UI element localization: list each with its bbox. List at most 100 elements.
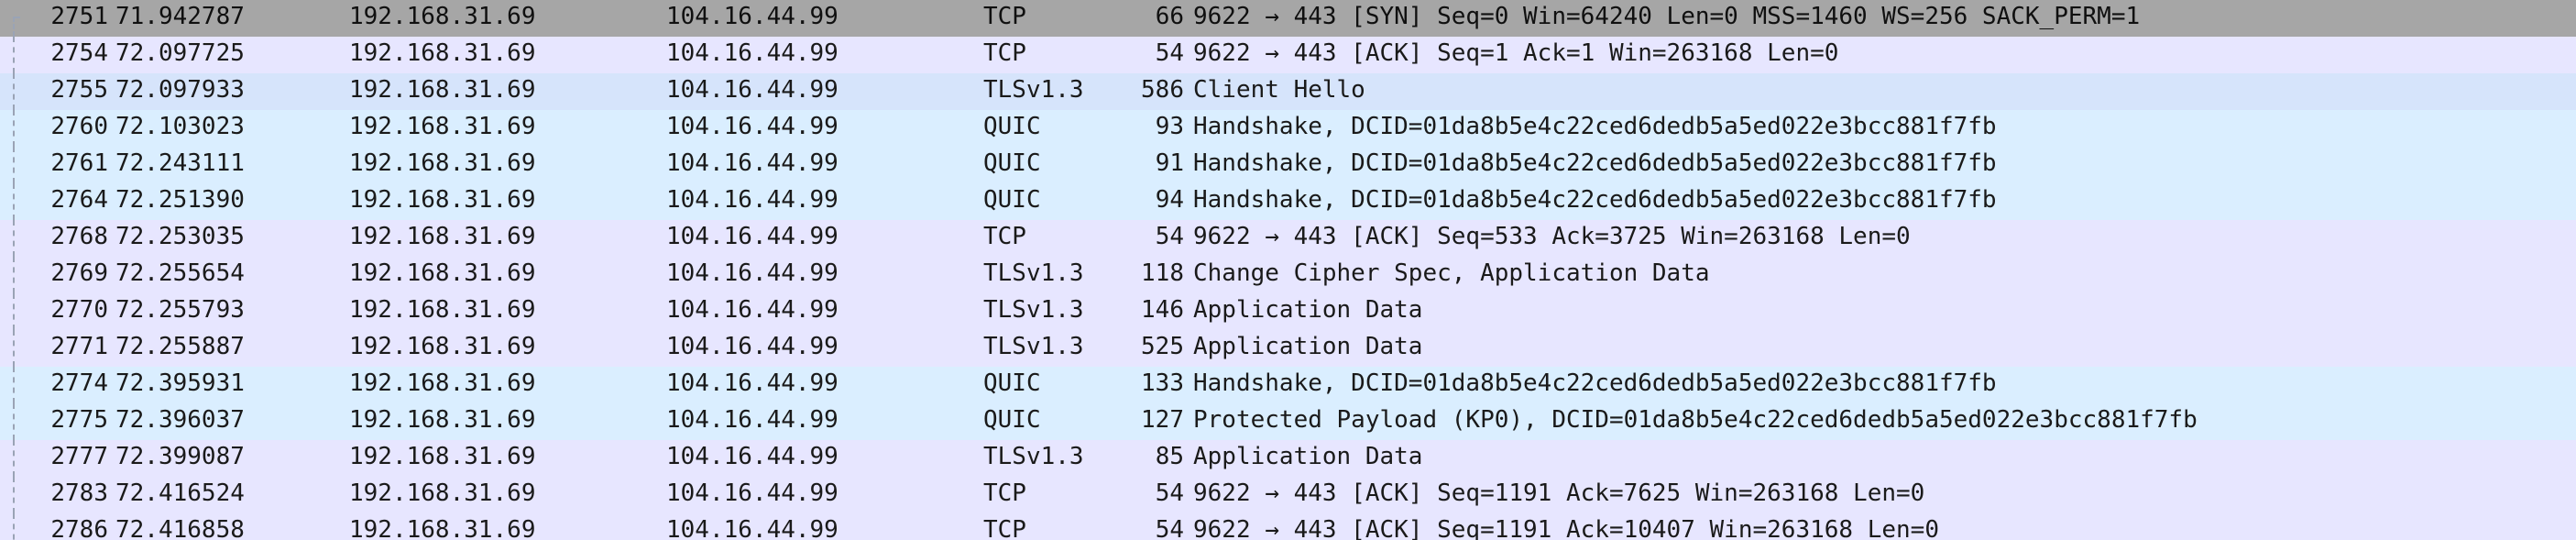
packet-time: 72.243111 bbox=[115, 149, 245, 177]
packet-info: 9622 → 443 [ACK] Seq=1191 Ack=10407 Win=… bbox=[1193, 516, 1939, 540]
packet-protocol: QUIC bbox=[983, 149, 1041, 177]
packet-length: 146 bbox=[1141, 296, 1184, 324]
packet-info: Handshake, DCID=01da8b5e4c22ced6dedb5a5e… bbox=[1193, 369, 1997, 397]
packet-row[interactable]: 2771 72.255887 192.168.31.69 104.16.44.9… bbox=[0, 330, 2576, 367]
packet-length: 54 bbox=[1155, 223, 1184, 250]
packet-number: 2760 bbox=[50, 113, 108, 140]
packet-length: 133 bbox=[1141, 369, 1184, 397]
packet-info: 9622 → 443 [ACK] Seq=533 Ack=3725 Win=26… bbox=[1193, 223, 1911, 250]
packet-row[interactable]: 2775 72.396037 192.168.31.69 104.16.44.9… bbox=[0, 403, 2576, 440]
packet-source: 192.168.31.69 bbox=[349, 296, 536, 324]
packet-row[interactable]: 2761 72.243111 192.168.31.69 104.16.44.9… bbox=[0, 147, 2576, 183]
packet-info: Change Cipher Spec, Application Data bbox=[1193, 259, 1710, 287]
conversation-bracket bbox=[13, 440, 15, 477]
packet-row[interactable]: 2764 72.251390 192.168.31.69 104.16.44.9… bbox=[0, 183, 2576, 220]
packet-info: 9622 → 443 [ACK] Seq=1191 Ack=7625 Win=2… bbox=[1193, 479, 1925, 507]
packet-protocol: TCP bbox=[983, 223, 1026, 250]
packet-info: 9622 → 443 [SYN] Seq=0 Win=64240 Len=0 M… bbox=[1193, 3, 2141, 30]
packet-length: 586 bbox=[1141, 76, 1184, 104]
packet-info: Application Data bbox=[1193, 443, 1423, 470]
packet-row[interactable]: 2770 72.255793 192.168.31.69 104.16.44.9… bbox=[0, 293, 2576, 330]
packet-number: 2754 bbox=[50, 39, 108, 67]
packet-number: 2774 bbox=[50, 369, 108, 397]
packet-protocol: TLSv1.3 bbox=[983, 259, 1084, 287]
packet-protocol: TCP bbox=[983, 39, 1026, 67]
packet-info: Client Hello bbox=[1193, 76, 1365, 104]
packet-time: 72.103023 bbox=[115, 113, 245, 140]
packet-time: 72.255887 bbox=[115, 333, 245, 360]
packet-number: 2764 bbox=[50, 186, 108, 214]
conversation-bracket bbox=[13, 73, 15, 110]
packet-row[interactable]: 2769 72.255654 192.168.31.69 104.16.44.9… bbox=[0, 257, 2576, 293]
conversation-bracket bbox=[13, 367, 15, 403]
packet-destination: 104.16.44.99 bbox=[666, 186, 839, 214]
packet-source: 192.168.31.69 bbox=[349, 113, 536, 140]
packet-source: 192.168.31.69 bbox=[349, 259, 536, 287]
packet-row[interactable]: 2754 72.097725 192.168.31.69 104.16.44.9… bbox=[0, 37, 2576, 73]
packet-source: 192.168.31.69 bbox=[349, 39, 536, 67]
packet-time: 72.097933 bbox=[115, 76, 245, 104]
packet-time: 71.942787 bbox=[115, 3, 245, 30]
packet-destination: 104.16.44.99 bbox=[666, 113, 839, 140]
conversation-bracket bbox=[13, 293, 15, 330]
packet-protocol: TLSv1.3 bbox=[983, 296, 1084, 324]
packet-row[interactable]: 2755 72.097933 192.168.31.69 104.16.44.9… bbox=[0, 73, 2576, 110]
packet-destination: 104.16.44.99 bbox=[666, 39, 839, 67]
packet-length: 66 bbox=[1155, 3, 1184, 30]
packet-row[interactable]: 2760 72.103023 192.168.31.69 104.16.44.9… bbox=[0, 110, 2576, 147]
packet-number: 2768 bbox=[50, 223, 108, 250]
packet-source: 192.168.31.69 bbox=[349, 406, 536, 434]
packet-row[interactable]: 2777 72.399087 192.168.31.69 104.16.44.9… bbox=[0, 440, 2576, 477]
packet-length: 525 bbox=[1141, 333, 1184, 360]
packet-protocol: TCP bbox=[983, 479, 1026, 507]
packet-source: 192.168.31.69 bbox=[349, 443, 536, 470]
conversation-bracket bbox=[13, 403, 15, 440]
packet-number: 2770 bbox=[50, 296, 108, 324]
packet-time: 72.255793 bbox=[115, 296, 245, 324]
conversation-bracket bbox=[13, 110, 15, 147]
packet-info: Handshake, DCID=01da8b5e4c22ced6dedb5a5e… bbox=[1193, 186, 1997, 214]
conversation-bracket bbox=[13, 330, 15, 367]
conversation-bracket bbox=[13, 147, 15, 183]
packet-time: 72.395931 bbox=[115, 369, 245, 397]
conversation-bracket bbox=[13, 220, 15, 257]
packet-source: 192.168.31.69 bbox=[349, 223, 536, 250]
packet-row[interactable]: 2768 72.253035 192.168.31.69 104.16.44.9… bbox=[0, 220, 2576, 257]
packet-protocol: QUIC bbox=[983, 369, 1041, 397]
conversation-bracket bbox=[13, 257, 15, 293]
packet-destination: 104.16.44.99 bbox=[666, 149, 839, 177]
packet-source: 192.168.31.69 bbox=[349, 369, 536, 397]
packet-time: 72.251390 bbox=[115, 186, 245, 214]
packet-source: 192.168.31.69 bbox=[349, 479, 536, 507]
packet-length: 94 bbox=[1155, 186, 1184, 214]
packet-destination: 104.16.44.99 bbox=[666, 259, 839, 287]
packet-info: 9622 → 443 [ACK] Seq=1 Ack=1 Win=263168 … bbox=[1193, 39, 1839, 67]
packet-source: 192.168.31.69 bbox=[349, 149, 536, 177]
packet-protocol: TCP bbox=[983, 516, 1026, 540]
packet-row[interactable]: 2751 71.942787 192.168.31.69 104.16.44.9… bbox=[0, 0, 2576, 37]
packet-time: 72.416524 bbox=[115, 479, 245, 507]
packet-destination: 104.16.44.99 bbox=[666, 479, 839, 507]
packet-protocol: QUIC bbox=[983, 406, 1041, 434]
packet-source: 192.168.31.69 bbox=[349, 516, 536, 540]
packet-length: 118 bbox=[1141, 259, 1184, 287]
packet-length: 93 bbox=[1155, 113, 1184, 140]
packet-length: 54 bbox=[1155, 39, 1184, 67]
packet-length: 54 bbox=[1155, 516, 1184, 540]
packet-destination: 104.16.44.99 bbox=[666, 76, 839, 104]
packet-time: 72.255654 bbox=[115, 259, 245, 287]
packet-destination: 104.16.44.99 bbox=[666, 516, 839, 540]
packet-destination: 104.16.44.99 bbox=[666, 296, 839, 324]
packet-time: 72.416858 bbox=[115, 516, 245, 540]
packet-number: 2761 bbox=[50, 149, 108, 177]
packet-row[interactable]: 2786 72.416858 192.168.31.69 104.16.44.9… bbox=[0, 513, 2576, 540]
packet-protocol: QUIC bbox=[983, 186, 1041, 214]
packet-row[interactable]: 2783 72.416524 192.168.31.69 104.16.44.9… bbox=[0, 477, 2576, 513]
packet-number: 2777 bbox=[50, 443, 108, 470]
packet-protocol: TLSv1.3 bbox=[983, 76, 1084, 104]
packet-row[interactable]: 2774 72.395931 192.168.31.69 104.16.44.9… bbox=[0, 367, 2576, 403]
packet-number: 2775 bbox=[50, 406, 108, 434]
packet-info: Protected Payload (KP0), DCID=01da8b5e4c… bbox=[1193, 406, 2198, 434]
packet-protocol: TLSv1.3 bbox=[983, 333, 1084, 360]
packet-source: 192.168.31.69 bbox=[349, 76, 536, 104]
